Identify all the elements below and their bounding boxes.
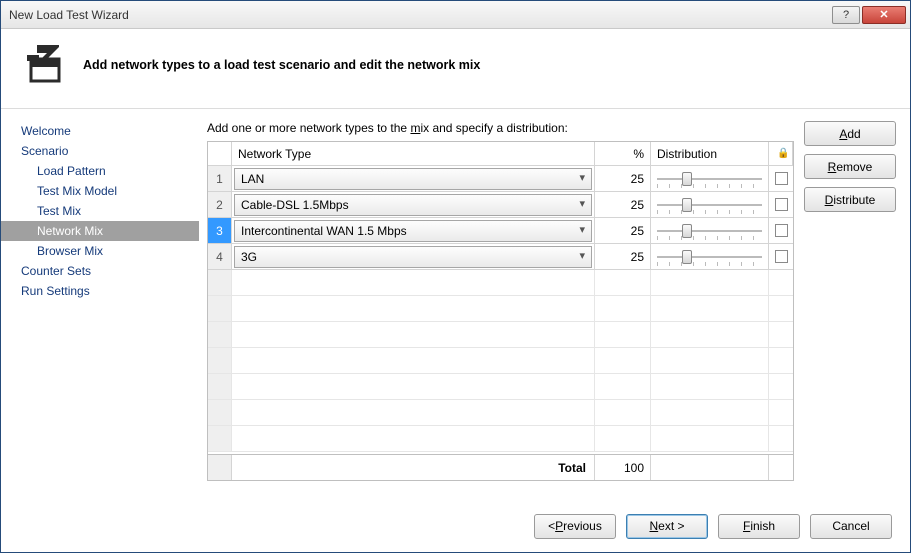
col-network-type[interactable]: Network Type xyxy=(232,142,595,165)
network-type-cell: Cable-DSL 1.5Mbps xyxy=(232,192,595,217)
cancel-button[interactable]: Cancel xyxy=(810,514,892,539)
network-type-cell: Intercontinental WAN 1.5 Mbps xyxy=(232,218,595,243)
distribution-cell xyxy=(651,192,769,217)
help-button[interactable]: ? xyxy=(832,6,860,24)
lock-checkbox[interactable] xyxy=(775,172,788,185)
col-lock[interactable]: 🔒 xyxy=(769,142,793,165)
nav-counter-sets[interactable]: Counter Sets xyxy=(1,261,199,281)
network-type-value: LAN xyxy=(241,172,264,186)
window-title: New Load Test Wizard xyxy=(9,8,830,22)
wizard-icon xyxy=(19,41,69,88)
slider-thumb[interactable] xyxy=(682,224,692,238)
nav-scenario[interactable]: Scenario xyxy=(1,141,199,161)
wizard-window: New Load Test Wizard ? ✕ Add network typ… xyxy=(0,0,911,553)
percent-cell[interactable]: 25 xyxy=(595,244,651,269)
finish-button[interactable]: Finish xyxy=(718,514,800,539)
nav-test-mix[interactable]: Test Mix xyxy=(1,201,199,221)
table-row[interactable]: 1 LAN 25 xyxy=(208,166,793,192)
col-distribution[interactable]: Distribution xyxy=(651,142,769,165)
table-row[interactable]: 3 Intercontinental WAN 1.5 Mbps 25 xyxy=(208,218,793,244)
close-button[interactable]: ✕ xyxy=(862,6,906,24)
distribution-cell xyxy=(651,166,769,191)
network-type-value: 3G xyxy=(241,250,257,264)
grid-header: Network Type % Distribution 🔒 xyxy=(208,142,793,166)
empty-row xyxy=(208,426,793,452)
network-type-value: Cable-DSL 1.5Mbps xyxy=(241,198,349,212)
lock-checkbox[interactable] xyxy=(775,224,788,237)
wizard-body: Welcome Scenario Load Pattern Test Mix M… xyxy=(1,109,910,500)
col-percent[interactable]: % xyxy=(595,142,651,165)
wizard-nav: Welcome Scenario Load Pattern Test Mix M… xyxy=(1,109,199,500)
distribution-slider[interactable] xyxy=(655,222,764,240)
network-mix-grid: Network Type % Distribution 🔒 1 LAN 25 2 Cab… xyxy=(207,141,794,481)
network-type-value: Intercontinental WAN 1.5 Mbps xyxy=(241,224,407,238)
table-row[interactable]: 4 3G 25 xyxy=(208,244,793,270)
empty-row xyxy=(208,374,793,400)
nav-browser-mix[interactable]: Browser Mix xyxy=(1,241,199,261)
distribution-slider[interactable] xyxy=(655,196,764,214)
slider-thumb[interactable] xyxy=(682,198,692,212)
percent-cell[interactable]: 25 xyxy=(595,218,651,243)
lock-checkbox[interactable] xyxy=(775,198,788,211)
nav-welcome[interactable]: Welcome xyxy=(1,121,199,141)
network-type-cell: LAN xyxy=(232,166,595,191)
slider-thumb[interactable] xyxy=(682,250,692,264)
wizard-headline: Add network types to a load test scenari… xyxy=(83,58,480,72)
network-type-dropdown[interactable]: Intercontinental WAN 1.5 Mbps xyxy=(234,220,592,242)
nav-load-pattern[interactable]: Load Pattern xyxy=(1,161,199,181)
instruction-text: Add one or more network types to the mix… xyxy=(207,121,794,135)
titlebar: New Load Test Wizard ? ✕ xyxy=(1,1,910,29)
nav-test-mix-model[interactable]: Test Mix Model xyxy=(1,181,199,201)
row-number[interactable]: 4 xyxy=(208,244,232,269)
wizard-footer: < Previous Next > Finish Cancel xyxy=(1,500,910,552)
lock-cell xyxy=(769,218,793,243)
lock-checkbox[interactable] xyxy=(775,250,788,263)
previous-button[interactable]: < Previous xyxy=(534,514,616,539)
lock-cell xyxy=(769,192,793,217)
side-button-column: Add Remove Distribute xyxy=(804,121,896,500)
lock-icon: 🔒 xyxy=(777,148,789,159)
row-number[interactable]: 2 xyxy=(208,192,232,217)
distribution-slider[interactable] xyxy=(655,248,764,266)
network-type-dropdown[interactable]: 3G xyxy=(234,246,592,268)
empty-row xyxy=(208,270,793,296)
lock-cell xyxy=(769,166,793,191)
distribution-cell xyxy=(651,218,769,243)
nav-network-mix[interactable]: Network Mix xyxy=(1,221,199,241)
add-button[interactable]: Add xyxy=(804,121,896,146)
row-number[interactable]: 1 xyxy=(208,166,232,191)
percent-cell[interactable]: 25 xyxy=(595,192,651,217)
col-rownum xyxy=(208,142,232,165)
percent-cell[interactable]: 25 xyxy=(595,166,651,191)
wizard-main: Add one or more network types to the mix… xyxy=(199,109,910,500)
wizard-header: Add network types to a load test scenari… xyxy=(1,29,910,109)
empty-row xyxy=(208,400,793,426)
slider-thumb[interactable] xyxy=(682,172,692,186)
grid-total-label: Total xyxy=(232,455,595,480)
row-number[interactable]: 3 xyxy=(208,218,232,243)
grid-total-value: 100 xyxy=(595,455,651,480)
network-type-dropdown[interactable]: Cable-DSL 1.5Mbps xyxy=(234,194,592,216)
network-type-cell: 3G xyxy=(232,244,595,269)
distribution-cell xyxy=(651,244,769,269)
lock-cell xyxy=(769,244,793,269)
grid-footer: Total 100 xyxy=(208,454,793,480)
grid-body: 1 LAN 25 2 Cable-DSL 1.5Mbps 25 3 Intercontinen… xyxy=(208,166,793,454)
distribute-button[interactable]: Distribute xyxy=(804,187,896,212)
distribution-slider[interactable] xyxy=(655,170,764,188)
remove-button[interactable]: Remove xyxy=(804,154,896,179)
nav-run-settings[interactable]: Run Settings xyxy=(1,281,199,301)
network-type-dropdown[interactable]: LAN xyxy=(234,168,592,190)
empty-row xyxy=(208,348,793,374)
empty-row xyxy=(208,296,793,322)
table-row[interactable]: 2 Cable-DSL 1.5Mbps 25 xyxy=(208,192,793,218)
next-button[interactable]: Next > xyxy=(626,514,708,539)
empty-row xyxy=(208,322,793,348)
